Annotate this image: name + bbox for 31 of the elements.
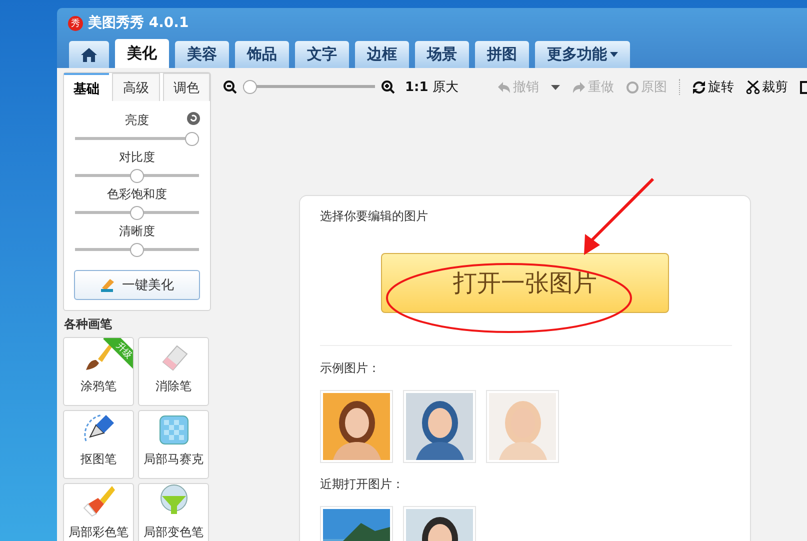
tab[interactable]: 文字 — [295, 41, 349, 68]
tab[interactable]: 更多功能 — [535, 41, 630, 68]
tool-card[interactable]: 消除笔 — [138, 337, 209, 406]
tab[interactable]: 高级 — [112, 73, 160, 101]
tool-card[interactable]: 局部变色笔 — [138, 483, 209, 541]
app-logo: 秀 — [68, 16, 83, 30]
tab[interactable]: 饰品 — [235, 41, 289, 68]
tool-card[interactable]: 升级 涂鸦笔 — [63, 337, 134, 406]
open-image-button[interactable]: 打开一张图片 — [381, 253, 669, 313]
toolbar-button[interactable]: 裁剪 — [746, 78, 788, 96]
tab[interactable]: 边框 — [355, 41, 409, 68]
tab[interactable]: 拼图 — [475, 41, 529, 68]
window-title: 美图秀秀 4.0.1 — [88, 14, 189, 32]
toolbar-button[interactable]: 旋转 — [692, 78, 734, 96]
section-title: 各种画笔 — [64, 316, 113, 333]
auto-enhance-button[interactable]: 一键美化 — [74, 270, 200, 300]
tool-card[interactable]: 局部彩色笔 — [63, 483, 134, 541]
zoom-ratio[interactable]: 1:1 原大 — [405, 78, 458, 96]
slider-label: 清晰度 — [119, 223, 155, 240]
tab[interactable]: 场景 — [415, 41, 469, 68]
section-title: 近期打开图片： — [320, 476, 405, 493]
slider-label: 亮度 — [125, 112, 149, 129]
tool-card[interactable]: 抠图笔 — [63, 410, 134, 479]
tab[interactable]: 美化 — [115, 39, 169, 68]
tab[interactable]: 调色 — [162, 73, 210, 101]
slider-label: 色彩饱和度 — [107, 186, 167, 203]
section-title: 示例图片： — [320, 360, 381, 377]
prompt-text: 选择你要编辑的图片 — [320, 208, 429, 225]
tool-card[interactable]: 局部马赛克 — [138, 410, 209, 479]
slider-label: 对比度 — [119, 149, 155, 166]
tab[interactable]: 美容 — [175, 41, 229, 68]
